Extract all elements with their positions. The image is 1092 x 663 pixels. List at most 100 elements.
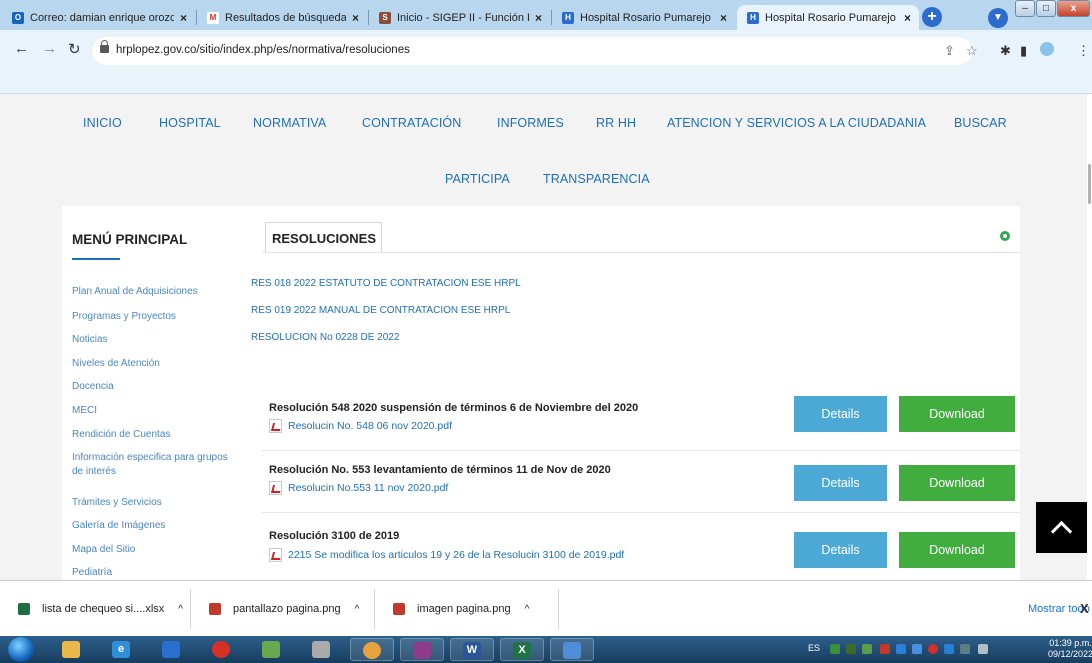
nav-atencion[interactable]: ATENCION Y SERVICIOS A LA CIUDADANIA [667,116,926,130]
scroll-to-top-button[interactable] [1036,502,1087,553]
network-icon[interactable] [960,644,970,654]
details-button[interactable]: Details [794,532,887,568]
sidebar-item-galeria[interactable]: Galería de Imágenes [72,519,232,533]
chrome-taskbar-icon[interactable] [350,638,394,661]
details-button[interactable]: Details [794,465,887,501]
language-indicator[interactable]: ES [808,643,820,653]
chevron-up-icon[interactable]: ^ [355,604,360,615]
nav-transparencia[interactable]: TRANSPARENCIA [543,172,650,186]
details-button[interactable]: Details [794,396,887,432]
media-taskbar-icon[interactable] [150,638,194,661]
resolution-link-0228[interactable]: RESOLUCION No 0228 DE 2022 [251,332,399,343]
document-file-name[interactable]: Resolucin No.553 11 nov 2020.pdf [288,482,448,494]
tab-close-icon[interactable]: × [535,11,542,25]
profile-avatar[interactable] [1040,42,1054,56]
tray-icon[interactable] [944,644,954,654]
tab-search-icon[interactable]: ▼ [988,8,1008,28]
sidebar-item-meci[interactable]: MECI [72,404,232,418]
image-file-icon [209,603,221,615]
sidebar-item-pediatria[interactable]: Pediatría [72,566,232,580]
document-file-link[interactable]: Resolucin No. 548 06 nov 2020.pdf [269,419,452,433]
tray-icon[interactable] [880,644,890,654]
sidebar-item-mapa[interactable]: Mapa del Sitio [72,543,232,557]
download-item[interactable]: imagen pagina.png ^ [383,589,559,629]
tray-icon[interactable] [896,644,906,654]
tab-close-icon[interactable]: × [352,11,359,25]
download-button[interactable]: Download [899,465,1015,501]
paint-taskbar-icon[interactable] [250,638,294,661]
tab-close-icon[interactable]: × [904,11,911,25]
tray-icon[interactable] [928,644,938,654]
snipping-tool-taskbar-icon[interactable] [300,638,344,661]
close-window-button[interactable]: x [1057,0,1090,17]
explorer-taskbar-icon[interactable] [50,638,94,661]
tray-icon[interactable] [862,644,872,654]
download-button[interactable]: Download [899,396,1015,432]
volume-icon[interactable] [978,644,988,654]
bookmark-star-icon[interactable]: ☆ [966,43,978,59]
nav-inicio[interactable]: INICIO [83,116,122,130]
resolution-link-018[interactable]: RES 018 2022 ESTATUTO DE CONTRATACION ES… [251,278,521,289]
document-file-link[interactable]: 2215 Se modifica los articulos 19 y 26 d… [269,548,624,562]
tab-close-icon[interactable]: × [720,11,727,25]
nav-contratacion[interactable]: CONTRATACIÓN [362,116,461,130]
address-bar[interactable]: hrplopez.gov.co/sitio/index.php/es/norma… [92,37,978,65]
nav-hospital[interactable]: HOSPITAL [159,116,221,130]
scrollbar-thumb[interactable] [1088,164,1091,204]
winrar-taskbar-icon[interactable] [400,638,444,661]
maximize-button[interactable]: □ [1036,0,1056,17]
browser-tab-4[interactable]: H Hospital Rosario Pumarejo de × [552,5,735,30]
nav-participa[interactable]: PARTICIPA [445,172,510,186]
close-shelf-icon[interactable]: X [1080,601,1089,616]
sidebar-item-niveles[interactable]: Niveles de Atención [72,357,232,371]
sidebar-item-informacion[interactable]: Información especifica para grupos de in… [72,451,232,479]
sidebar-item-programas[interactable]: Programas y Proyectos [72,310,232,324]
resolution-link-019[interactable]: RES 019 2022 MANUAL DE CONTRATACION ESE … [251,305,510,316]
opera-taskbar-icon[interactable] [200,638,244,661]
browser-tab-3[interactable]: S Inicio - SIGEP II - Función Públ × [369,5,550,30]
document-file-link[interactable]: Resolucin No.553 11 nov 2020.pdf [269,481,448,495]
document-file-name[interactable]: 2215 Se modifica los articulos 19 y 26 d… [288,549,624,561]
page-scrollbar[interactable] [1087,94,1092,580]
sidebar-item-rendicion[interactable]: Rendición de Cuentas [72,428,232,442]
document-file-name[interactable]: Resolucin No. 548 06 nov 2020.pdf [288,420,452,432]
forward-icon[interactable]: → [42,40,57,57]
sidebar-item-tramites[interactable]: Trámites y Servicios [72,496,232,510]
new-tab-button[interactable]: + [922,7,942,27]
pdf-icon [269,481,282,495]
nav-buscar[interactable]: BUSCAR [954,116,1007,130]
browser-tab-1[interactable]: O Correo: damian enrique orozco × [2,5,195,30]
download-button[interactable]: Download [899,532,1015,568]
start-button[interactable] [8,637,34,662]
tray-icon[interactable] [846,644,856,654]
minimize-button[interactable]: – [1015,0,1035,17]
excel-taskbar-icon[interactable]: X [500,638,544,661]
tray-icon[interactable] [912,644,922,654]
internet-explorer-taskbar-icon[interactable]: e [100,638,144,661]
extensions-icon[interactable]: ✱ [1000,43,1011,59]
sidebar-item-noticias[interactable]: Noticias [72,333,232,347]
chevron-up-icon[interactable]: ^ [178,604,183,615]
share-icon[interactable]: ⇪ [944,43,955,59]
url-text[interactable]: hrplopez.gov.co/sitio/index.php/es/norma… [116,44,410,56]
side-panel-icon[interactable]: ▮ [1020,43,1027,59]
menu-kebab-icon[interactable]: ⋮ [1077,43,1090,59]
reload-icon[interactable]: ↻ [68,40,81,58]
tab-resoluciones[interactable]: RESOLUCIONES [265,222,382,252]
browser-tab-2[interactable]: M Resultados de búsqueda - cint × [197,5,367,30]
download-item[interactable]: pantallazo pagina.png ^ [199,589,375,629]
nav-normativa[interactable]: NORMATIVA [253,116,326,130]
nav-informes[interactable]: INFORMES [497,116,564,130]
browser-tab-5-active[interactable]: H Hospital Rosario Pumarejo de × [737,5,919,30]
chevron-up-icon[interactable]: ^ [525,604,530,615]
clock[interactable]: 01:39 p.m. 09/12/2022 [1048,638,1092,660]
back-icon[interactable]: ← [14,40,29,57]
sidebar-item-plan-anual[interactable]: Plan Anual de Adquisiciones [72,285,232,299]
word-taskbar-icon[interactable]: W [450,638,494,661]
tab-close-icon[interactable]: × [180,11,187,25]
image-viewer-taskbar-icon[interactable] [550,638,594,661]
nav-rrhh[interactable]: RR HH [596,116,636,130]
download-item[interactable]: lista de chequeo si....xlsx ^ [8,589,191,629]
sidebar-item-docencia[interactable]: Docencia [72,380,232,394]
tray-icon[interactable] [830,644,840,654]
